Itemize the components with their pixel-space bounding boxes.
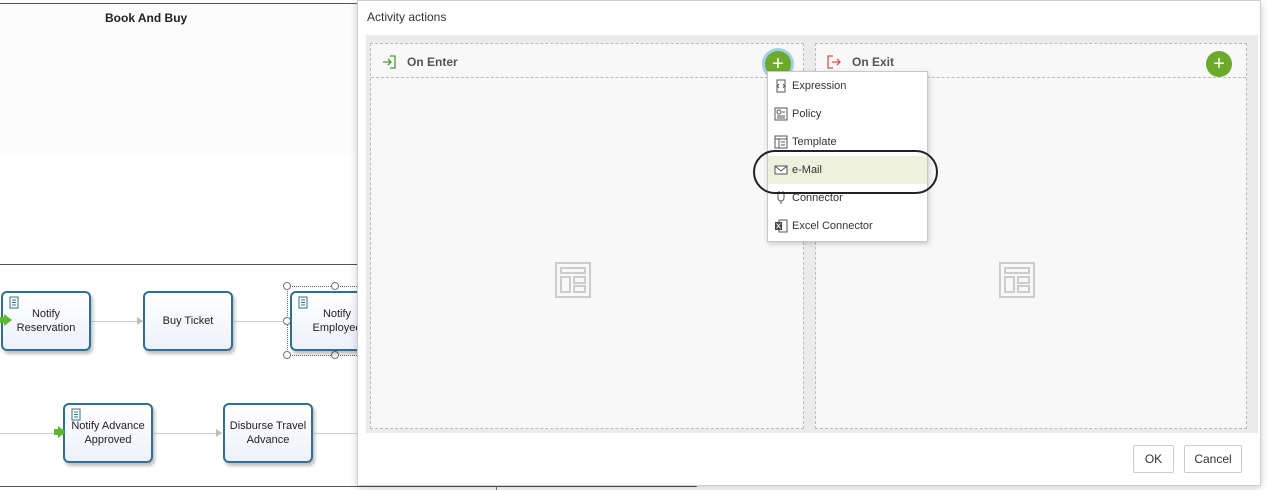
on-exit-add-button[interactable]: +: [1206, 51, 1232, 77]
resize-handle[interactable]: [331, 282, 339, 290]
sequence-flow: [0, 433, 62, 434]
menu-item-label: e-Mail: [792, 164, 822, 176]
expression-icon: [776, 79, 786, 93]
task-label: Notify Advance Approved: [71, 420, 145, 446]
task-label: Disburse Travel Advance: [229, 420, 307, 446]
menu-item-connector[interactable]: Connector: [768, 184, 927, 212]
task-notify-advance-approved[interactable]: Notify Advance Approved: [63, 403, 153, 463]
swimlane-divider-tick: [496, 486, 497, 490]
script-task-icon: [71, 408, 81, 421]
menu-item-label: Connector: [792, 192, 843, 204]
menu-item-template[interactable]: Template: [768, 128, 927, 156]
dialog-title: Activity actions: [367, 10, 447, 24]
menu-item-label: Excel Connector: [792, 220, 873, 232]
sequence-flow: [154, 433, 222, 434]
menu-item-label: Template: [792, 136, 837, 148]
sequence-flow: [234, 321, 290, 322]
menu-item-policy[interactable]: Policy: [768, 100, 927, 128]
task-buy-ticket[interactable]: Buy Ticket: [143, 291, 233, 351]
on-enter-header: On Enter +: [371, 44, 803, 78]
policy-icon: [774, 107, 788, 121]
resize-handle[interactable]: [283, 282, 291, 290]
start-arrow-icon: [4, 314, 12, 326]
task-label: Notify Reservation: [16, 308, 76, 334]
sequence-flow: [314, 433, 357, 434]
exit-icon: [827, 55, 841, 69]
menu-item-excel-connector[interactable]: Excel Connector: [768, 212, 927, 240]
task-notify-reservation[interactable]: Notify Reservation: [1, 291, 91, 351]
empty-layout-icon: [999, 262, 1035, 298]
menu-item-label: Expression: [792, 80, 847, 92]
ok-button[interactable]: OK: [1133, 445, 1174, 473]
template-icon: [774, 135, 788, 149]
swimlane-bottom-border: [0, 486, 697, 487]
task-disburse-travel-advance[interactable]: Disburse Travel Advance: [223, 403, 313, 463]
on-enter-label: On Enter: [407, 55, 458, 69]
menu-item-expression[interactable]: Expression: [768, 72, 927, 100]
connector-icon: [777, 191, 785, 204]
on-enter-panel: On Enter +: [370, 43, 804, 429]
excel-icon: [775, 219, 788, 233]
resize-handle[interactable]: [283, 351, 291, 359]
enter-icon: [383, 55, 396, 69]
script-task-icon: [298, 296, 308, 309]
menu-item-email[interactable]: e-Mail: [768, 156, 927, 184]
menu-item-label: Policy: [792, 108, 822, 120]
resize-handle[interactable]: [331, 351, 339, 359]
on-exit-label: On Exit: [852, 55, 895, 69]
cancel-button[interactable]: Cancel: [1184, 445, 1242, 473]
mail-icon: [774, 165, 788, 175]
script-task-icon: [9, 296, 19, 309]
flow-arrow: [216, 429, 222, 437]
start-arrow-icon: [58, 426, 66, 438]
swimlane-title: Book And Buy: [105, 11, 188, 25]
empty-layout-icon: [555, 262, 591, 298]
add-action-menu: Expression Policy Template e-Mail Connec…: [767, 71, 928, 242]
sequence-flow: [92, 321, 142, 322]
task-label: Notify Employee: [312, 308, 362, 334]
task-label: Buy Ticket: [162, 315, 214, 327]
dialog-footer: OK Cancel: [358, 433, 1260, 485]
